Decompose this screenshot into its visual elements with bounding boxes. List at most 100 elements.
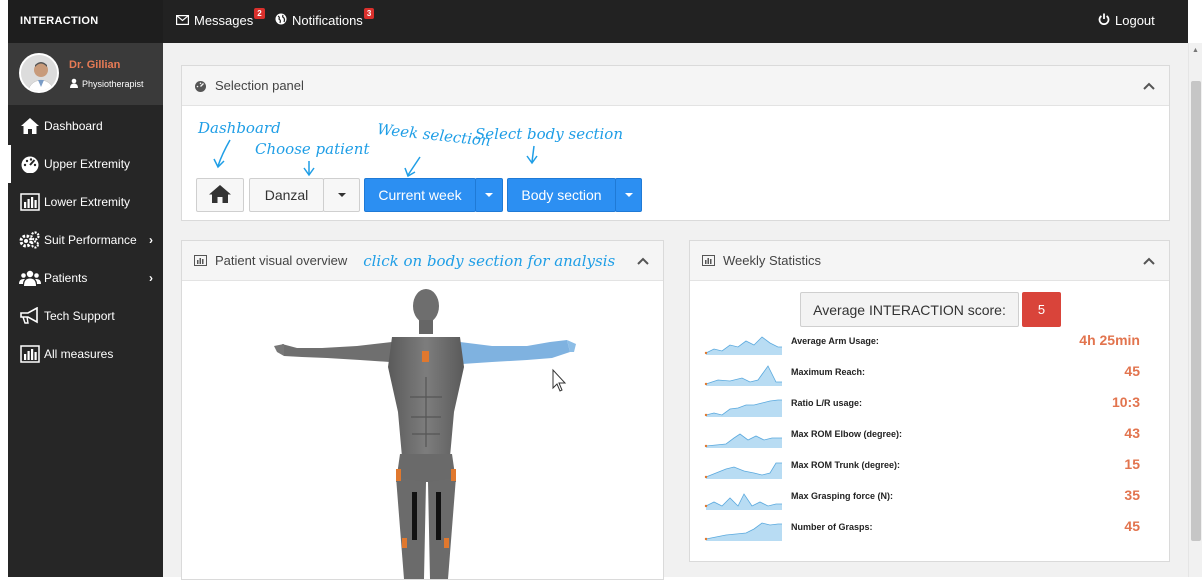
stat-value: 35 [1124, 487, 1140, 503]
knee-sensor-left[interactable] [444, 538, 449, 548]
sparkline [704, 399, 782, 417]
sparkline [704, 462, 782, 479]
power-icon [1098, 13, 1110, 28]
dashboard-gauge-icon [194, 80, 207, 92]
vertical-scrollbar[interactable]: ▲ [1188, 43, 1202, 577]
week-select-value: Current week [378, 187, 462, 203]
chest-sensor[interactable] [422, 351, 429, 362]
patient-dropdown-toggle[interactable] [323, 178, 360, 212]
stat-value: 15 [1124, 456, 1140, 472]
stat-value: 45 [1124, 363, 1140, 379]
interaction-score-label: Average INTERACTION score: [800, 292, 1019, 327]
sidebar-item-suit-performance[interactable]: Suit Performance › [8, 221, 163, 259]
sidebar-item-label: Tech Support [44, 309, 115, 323]
body-neck[interactable] [419, 320, 433, 334]
week-dropdown-toggle[interactable] [475, 178, 503, 212]
sidebar-item-all-measures[interactable]: All measures [8, 335, 163, 373]
bullhorn-icon [18, 306, 42, 326]
logout-button[interactable]: Logout [1098, 13, 1155, 28]
window-edge [0, 0, 8, 577]
user-role-label: Physiotherapist [82, 79, 144, 89]
envelope-icon [176, 13, 190, 28]
patient-overview-panel: Patient visual overview click on body se… [181, 240, 664, 580]
messages-link[interactable]: Messages 2 [176, 8, 265, 28]
body-right-leg[interactable] [396, 477, 426, 579]
sidebar-item-lower-extremity[interactable]: Lower Extremity [8, 183, 163, 221]
home-icon [18, 116, 42, 136]
patient-select[interactable]: Danzal [249, 178, 324, 212]
body-section-select-value: Body section [521, 187, 602, 203]
stat-row: Max ROM Trunk (degree): 15 [704, 451, 1150, 482]
sparkline [704, 433, 782, 448]
chevron-up-icon[interactable] [637, 253, 649, 268]
scrollbar-thumb[interactable] [1191, 81, 1201, 541]
dashboard-gauge-icon [18, 154, 42, 174]
messages-count-badge: 2 [254, 8, 265, 19]
stat-value: 45 [1124, 518, 1140, 534]
brand-logo[interactable]: INTERACTION [8, 0, 163, 43]
sidebar-item-tech-support[interactable]: Tech Support [8, 297, 163, 335]
body-section-dropdown-toggle[interactable] [615, 178, 642, 212]
body-hips[interactable] [396, 454, 456, 482]
sparkline [704, 493, 782, 510]
user-md-icon [69, 78, 79, 90]
users-icon [18, 268, 42, 288]
chevron-right-icon: › [149, 271, 153, 285]
chevron-up-icon[interactable] [1143, 78, 1155, 93]
home-icon [208, 184, 232, 207]
stat-value: 10:3 [1111, 394, 1140, 410]
user-profile[interactable]: Dr. Gillian Physiotherapist [8, 43, 163, 105]
caret-down-icon [624, 193, 633, 197]
panel-title: Selection panel [215, 78, 304, 93]
knee-sensor-right[interactable] [402, 538, 407, 548]
leg-strap-left[interactable] [436, 492, 441, 540]
sidebar-item-label: Upper Extremity [44, 157, 131, 171]
interaction-score-badge: 5 [1022, 292, 1061, 327]
bar-chart-icon [18, 192, 42, 212]
stat-row: Max Grasping force (N): 35 [704, 482, 1150, 513]
stat-row: Number of Grasps: 45 [704, 513, 1150, 544]
sidebar-item-dashboard[interactable]: Dashboard [8, 107, 163, 145]
stat-label: Max Grasping force (N): [791, 491, 894, 501]
stat-label: Maximum Reach: [791, 367, 866, 377]
messages-label: Messages [194, 13, 254, 28]
notifications-link[interactable]: Notifications 3 [275, 8, 375, 28]
patient-overview-header: Patient visual overview click on body se… [182, 241, 663, 281]
body-section-select[interactable]: Body section [507, 178, 616, 212]
scroll-up-icon[interactable]: ▲ [1192, 47, 1199, 54]
globe-icon [275, 13, 287, 28]
annotation-arrows [213, 139, 538, 178]
body-model[interactable] [182, 282, 663, 579]
sparkline [704, 336, 782, 355]
sidebar-item-patients[interactable]: Patients › [8, 259, 163, 297]
stat-row: Max ROM Elbow (degree): 43 [704, 420, 1150, 451]
logout-label: Logout [1115, 13, 1155, 28]
week-select[interactable]: Current week [364, 178, 476, 212]
stat-label: Number of Grasps: [791, 522, 873, 532]
annotation-click-body: click on body section for analysis [363, 251, 616, 270]
gears-icon [18, 230, 42, 250]
hip-sensor-right[interactable] [396, 469, 401, 481]
stat-label: Average Arm Usage: [791, 336, 879, 346]
chevron-up-icon[interactable] [1143, 253, 1155, 268]
leg-strap-right[interactable] [412, 492, 417, 540]
bar-chart-icon [18, 344, 42, 364]
patient-select-value: Danzal [264, 187, 309, 203]
body-right-arm[interactable] [282, 342, 392, 362]
sidebar-item-upper-extremity[interactable]: Upper Extremity [8, 145, 163, 183]
panel-title: Patient visual overview [215, 253, 348, 268]
user-name: Dr. Gillian [69, 59, 121, 71]
body-left-arm-highlighted[interactable] [460, 340, 570, 364]
selection-panel: Selection panel Dashboard Choose patient… [181, 65, 1170, 221]
home-button[interactable] [196, 178, 244, 212]
stat-row: Ratio L/R usage: 10:3 [704, 389, 1150, 420]
user-role: Physiotherapist [69, 78, 144, 90]
sidebar: INTERACTION Dr. Gillian Physiotherapist … [8, 0, 163, 577]
sidebar-item-label: All measures [44, 347, 114, 361]
hip-sensor-left[interactable] [451, 469, 456, 481]
stat-row: Average Arm Usage: 4h 25min [704, 327, 1150, 358]
caret-down-icon [337, 193, 346, 197]
body-head[interactable] [413, 289, 439, 323]
stat-row: Maximum Reach: 45 [704, 358, 1150, 389]
body-left-leg[interactable] [428, 477, 456, 579]
